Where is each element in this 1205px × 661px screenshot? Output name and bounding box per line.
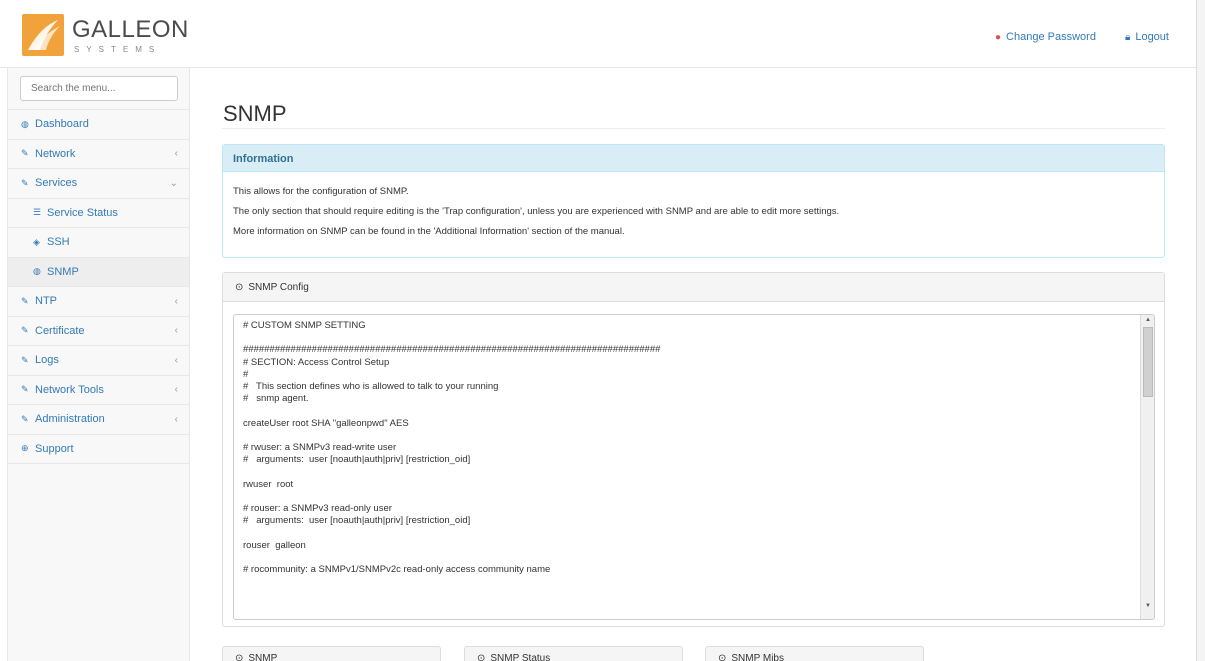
information-heading: Information — [223, 145, 1164, 172]
snmp-mibs-panel-heading[interactable]: ⊙ SNMP Mibs — [705, 646, 924, 661]
sidebar-item-ntp[interactable]: ✎ NTP ‹ — [8, 287, 189, 317]
sidebar-item-network[interactable]: ✎ Network ‹ — [8, 140, 189, 169]
lock-icon: 🔒︎ — [1125, 31, 1131, 43]
sidebar-item-label: Support — [35, 442, 74, 455]
sidebar-item-logs[interactable]: ✎ Logs ‹ — [8, 346, 189, 376]
sidebar-item-ssh[interactable]: ◈ SSH — [8, 228, 189, 258]
window-scrollbar[interactable] — [1196, 0, 1205, 661]
page-title: SNMP — [223, 101, 287, 126]
chevron-left-icon: ‹ — [174, 325, 178, 337]
sidebar-item-service-status[interactable]: ☰ Service Status — [8, 199, 189, 228]
snmp-config-textarea[interactable]: # CUSTOM SNMP SETTING ##################… — [233, 314, 1155, 620]
chevron-circle-icon: ⊙ — [718, 653, 727, 661]
wrench-icon: ✎ — [21, 177, 29, 188]
sidebar-item-label: SNMP — [47, 265, 79, 278]
galleon-logo[interactable]: GALLEON SYSTEMS — [22, 14, 188, 58]
scroll-down-arrow-icon[interactable]: ▼ — [1145, 603, 1151, 609]
sidebar-item-certificate[interactable]: ✎ Certificate ‹ — [8, 317, 189, 346]
snmp-config-title: SNMP Config — [248, 282, 309, 293]
sidebar-item-network-tools[interactable]: ✎ Network Tools ‹ — [8, 376, 189, 405]
chevron-left-icon: ‹ — [174, 148, 178, 160]
wrench-icon: ✎ — [21, 148, 29, 159]
title-divider — [222, 128, 1165, 129]
chevron-left-icon: ‹ — [174, 354, 178, 366]
top-navbar: GALLEON SYSTEMS ● Change Password 🔒︎ Log… — [0, 0, 1205, 68]
snmp-config-panel: ⊙ SNMP Config # CUSTOM SNMP SETTING ####… — [222, 272, 1165, 627]
sidebar-item-snmp[interactable]: ◍ SNMP — [8, 257, 189, 287]
textarea-scrollbar[interactable]: ▲ ▼ — [1140, 315, 1154, 619]
chevron-down-icon: ⌄ — [169, 177, 178, 189]
list-icon: ☰ — [33, 207, 42, 218]
sidebar-item-dashboard[interactable]: ◍ Dashboard — [8, 110, 189, 140]
panel-title: SNMP Mibs — [731, 653, 784, 661]
wrench-icon: ✎ — [21, 354, 29, 365]
chevron-left-icon: ‹ — [174, 413, 178, 425]
sidebar-item-label: Network — [35, 147, 76, 160]
sidebar-item-label: Administration — [35, 413, 105, 426]
chevron-circle-icon: ⊙ — [477, 653, 486, 661]
search-input[interactable] — [20, 76, 178, 101]
info-line: This allows for the configuration of SNM… — [233, 186, 409, 197]
change-password-link[interactable]: ● Change Password — [995, 31, 1096, 43]
sidebar: ◍ Dashboard ✎ Network ‹ ✎ Services ⌄ ☰ S… — [7, 68, 190, 661]
dashboard-icon: ◍ — [33, 266, 41, 277]
sidebar-item-support[interactable]: ⊕ Support — [8, 435, 189, 464]
logo-mark-icon — [22, 14, 64, 56]
sidebar-item-label: Dashboard — [35, 118, 89, 131]
sidebar-item-label: SSH — [47, 236, 70, 249]
chevron-circle-icon: ⊙ — [235, 282, 244, 293]
wrench-icon: ✎ — [21, 384, 29, 395]
scroll-up-arrow-icon[interactable]: ▲ — [1145, 317, 1151, 323]
sidebar-item-label: NTP — [35, 295, 57, 308]
main-content: SNMP Information This allows for the con… — [192, 68, 1205, 661]
lifebuoy-icon: ⊕ — [21, 443, 29, 454]
logout-label: Logout — [1135, 31, 1169, 43]
info-line: More information on SNMP can be found in… — [233, 226, 625, 237]
chevron-left-icon: ‹ — [174, 384, 178, 396]
scroll-thumb[interactable] — [1143, 327, 1153, 397]
sidebar-item-services[interactable]: ✎ Services ⌄ — [8, 169, 189, 199]
sidebar-item-label: Certificate — [35, 324, 85, 337]
chevron-circle-icon: ⊙ — [235, 653, 244, 661]
exclamation-circle-icon: ● — [995, 31, 1002, 43]
sidebar-item-label: Services — [35, 177, 78, 190]
panel-title: SNMP — [248, 653, 278, 661]
sidebar-item-label: Logs — [35, 354, 59, 367]
logo-text: GALLEON — [72, 16, 189, 43]
information-body: This allows for the configuration of SNM… — [223, 172, 1164, 242]
snmp-status-panel-heading[interactable]: ⊙ SNMP Status — [464, 646, 683, 661]
sidebar-item-administration[interactable]: ✎ Administration ‹ — [8, 405, 189, 435]
wrench-icon: ✎ — [21, 413, 29, 424]
change-password-label: Change Password — [1006, 31, 1096, 43]
snmp-config-heading[interactable]: ⊙ SNMP Config — [223, 273, 1164, 302]
snmp-panel-heading[interactable]: ⊙ SNMP — [222, 646, 441, 661]
info-line: The only section that should require edi… — [233, 206, 840, 217]
wrench-icon: ✎ — [21, 295, 29, 306]
snmp-config-text[interactable]: # CUSTOM SNMP SETTING ##################… — [234, 315, 1154, 576]
wrench-icon: ✎ — [21, 325, 29, 336]
sidebar-item-label: Network Tools — [35, 383, 104, 396]
chevron-left-icon: ‹ — [174, 295, 178, 307]
sidebar-item-label: Service Status — [47, 206, 118, 219]
dashboard-icon: ◍ — [21, 118, 29, 129]
panel-title: SNMP Status — [490, 653, 551, 661]
cube-icon: ◈ — [33, 236, 40, 247]
information-panel: Information This allows for the configur… — [222, 144, 1165, 258]
window-left-edge — [0, 0, 7, 661]
logout-link[interactable]: 🔒︎ Logout — [1125, 31, 1169, 43]
sidebar-search — [8, 68, 189, 110]
logo-subtext: SYSTEMS — [74, 45, 162, 54]
